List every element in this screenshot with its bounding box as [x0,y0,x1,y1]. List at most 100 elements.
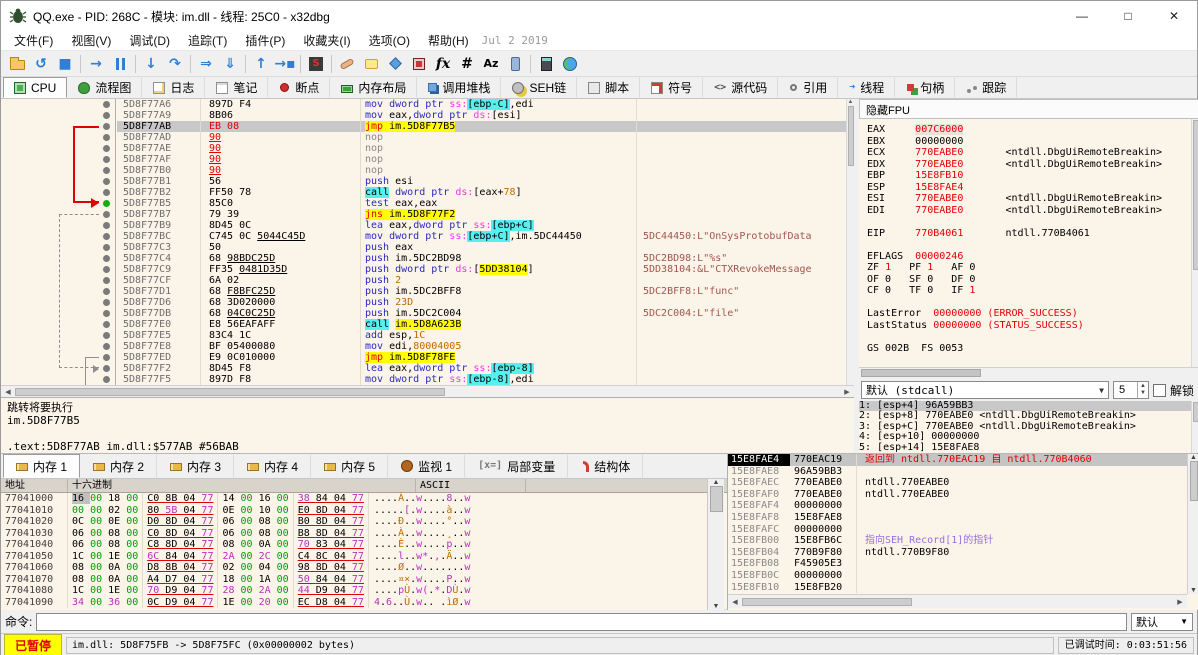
execute-till-return-icon[interactable]: ↑ [249,53,273,75]
restart-icon[interactable]: ↺ [29,53,53,75]
stack-hscrollbar[interactable]: ◀ ▶ [728,594,1187,608]
register-line[interactable]: GS 002B FS 0053 [867,343,1191,355]
tab-流程图[interactable]: 流程图 [67,77,143,98]
menu-item[interactable]: 帮助(H) [419,30,478,51]
step-into-icon[interactable]: ↓ [139,53,163,75]
call-argument-row[interactable]: 5: [esp+14] 15E8FAE8 [859,442,1191,453]
arg-count-spinner[interactable]: 5 ▲ ▼ [1112,381,1149,399]
unlock-checkbox[interactable]: 解锁 [1152,382,1197,399]
disasm-row[interactable]: 5D8F77F5 897D F8 mov dword ptr ss:[ebp-8],… [117,374,846,385]
disasm-row[interactable]: 5D8F77AD 90 nop [117,132,846,143]
hash-icon[interactable]: # [455,53,479,75]
tab-内存布局[interactable]: 内存布局 [330,77,418,98]
tab-符号[interactable]: 符号 [640,77,704,98]
breakpoint-dot[interactable] [103,211,110,218]
run-to-user-code-icon[interactable]: →▪ [273,53,297,75]
register-line[interactable]: OF 0 SF 0 DF 0 [867,274,1191,286]
disasm-row[interactable]: 5D8F77AF 90 nop [117,154,846,165]
register-list[interactable]: EAX 007C6000 EBX 00000000 ECX 770EABE0 <nt… [859,119,1191,367]
breakpoint-dot[interactable] [103,310,110,317]
disasm-row[interactable]: 5D8F77DB 68 04C0C25D push im.5DC2C004 5DC2C… [117,308,846,319]
disasm-row[interactable]: 5D8F77B2 FF50 78 call dword ptr ds:[eax+78… [117,187,846,198]
breakpoint-dot[interactable] [103,156,110,163]
tab-监视-1[interactable]: 监视 1 [388,454,466,478]
register-line[interactable]: ZF 1 PF 1 AF 0 [867,262,1191,274]
disasm-row[interactable]: 5D8F77B1 56 push esi [117,176,846,187]
register-line[interactable]: EBP 15E8FB10 [867,170,1191,182]
tab-内存-4[interactable]: 内存 4 [234,454,312,478]
disasm-row[interactable]: 5D8F77A6 897D F4 mov dword ptr ss:[ebp-C],… [117,99,846,110]
register-line[interactable] [867,331,1191,343]
register-line[interactable] [867,297,1191,309]
attach-icon[interactable] [503,53,527,75]
calculator-icon[interactable] [534,53,558,75]
register-line[interactable]: ECX 770EABE0 <ntdll.DbgUiRemoteBreakin> [867,147,1191,159]
tab-局部变量[interactable]: [x=] 局部变量 [465,454,569,478]
register-line[interactable]: EIP 770B4061 ntdll.770B4061 [867,228,1191,240]
hide-fpu-button[interactable]: 隐藏FPU [859,99,1198,119]
disasm-vscrollbar[interactable]: ▲ [846,99,854,385]
menu-item[interactable]: 视图(V) [62,30,120,51]
bookmarks-icon[interactable] [407,53,431,75]
breakpoint-dot[interactable] [103,134,110,141]
strings-icon[interactable]: Az [479,53,503,75]
stack-row[interactable]: 15E8FB08 F45905E3 [728,558,1187,570]
tab-调用堆栈[interactable]: 调用堆栈 [417,77,502,98]
disasm-row[interactable]: 5D8F77BC C745 0C 5044C45D mov dword ptr ss… [117,231,846,242]
breakpoint-dot[interactable] [103,233,110,240]
registers-vscrollbar[interactable] [1191,119,1198,367]
stack-row[interactable]: 15E8FAF8 15E8FAE8 [728,511,1187,524]
breakpoint-dot[interactable] [103,200,110,207]
tab-脚本[interactable]: 脚本 [577,77,641,98]
tab-结构体[interactable]: 结构体 [568,454,644,478]
disasm-row[interactable]: 5D8F77E5 83C4 1C add esp,1C [117,330,846,341]
patches-icon[interactable] [335,53,359,75]
dump-row[interactable]: 77041070 08 00 0A 00 A4 D7 04 77 18 00 1A 0… [1,573,707,585]
menu-item[interactable]: 收藏夹(I) [294,30,359,51]
menu-item[interactable]: 选项(O) [360,30,419,51]
tab-引用[interactable]: 引用 [778,77,839,98]
register-line[interactable]: ESP 15E8FAE4 [867,182,1191,194]
disasm-row[interactable]: 5D8F77ED E9 0C010000 jmp im.5D8F78FE [117,352,846,363]
breakpoint-dot[interactable] [103,178,110,185]
registers-hscrollbar[interactable] [859,367,1198,379]
run-trace-icon[interactable]: ⇒ [194,53,218,75]
tab-跟踪[interactable]: 跟踪 [955,77,1018,98]
command-input[interactable] [36,612,1127,631]
comments-icon[interactable] [359,53,383,75]
disasm-row[interactable]: 5D8F77C3 50 push eax [117,242,846,253]
disasm-row[interactable]: 5D8F77AE 90 nop [117,143,846,154]
labels-icon[interactable] [383,53,407,75]
tab-内存-3[interactable]: 内存 3 [157,454,235,478]
tab-cpu[interactable]: CPU [3,77,68,98]
dump-row[interactable]: 77041090 34 00 36 00 0C D9 04 77 1E 00 20 0… [1,596,707,608]
dump-column-header[interactable]: 十六进制 [68,479,416,492]
checkbox-icon[interactable] [1152,383,1166,397]
breakpoint-dot[interactable] [103,343,110,350]
dump-row[interactable]: 77041030 06 00 08 00 C0 8D 04 77 06 00 08 0… [1,527,707,539]
breakpoint-dot[interactable] [103,222,110,229]
dump-row[interactable]: 77041050 1C 00 1E 00 6C 84 04 77 2A 00 2C 0… [1,550,707,562]
minimize-button[interactable]: — [1059,1,1105,31]
disasm-hscrollbar[interactable]: ◀ ▶ [1,385,854,397]
tab-内存-5[interactable]: 内存 5 [311,454,389,478]
disasm-row[interactable]: 5D8F77B5 85C0 test eax,eax [117,198,846,209]
stack-vscrollbar[interactable]: ▲ ▼ [1187,454,1198,594]
tab-句柄[interactable]: 句柄 [895,77,956,98]
open-file-icon[interactable] [5,53,29,75]
disasm-row[interactable]: 5D8F77B9 8D45 0C lea eax,dword ptr ss:[ebp… [117,220,846,231]
register-line[interactable] [867,216,1191,228]
tab-断点[interactable]: 断点 [268,77,331,98]
functions-icon[interactable]: fx [431,53,455,75]
stop-icon[interactable]: ■ [53,53,77,75]
scroll-left-icon[interactable]: ◀ [728,598,742,606]
tab-源代码[interactable]: <> 源代码 [703,77,779,98]
register-line[interactable]: EBX 00000000 [867,136,1191,148]
menu-item[interactable]: 文件(F) [5,30,62,51]
pause-icon[interactable] [108,53,132,75]
breakpoint-dot[interactable] [103,376,110,383]
stack-row[interactable]: 15E8FAE4 770EAC19 返回到 ntdll.770EAC19 自 ntd… [728,454,1187,466]
step-over-icon[interactable]: ↷ [163,53,187,75]
disasm-row[interactable]: 5D8F77AB EB 08 jmp im.5D8F77B5 [117,121,846,132]
scroll-left-icon[interactable]: ◀ [1,388,15,396]
